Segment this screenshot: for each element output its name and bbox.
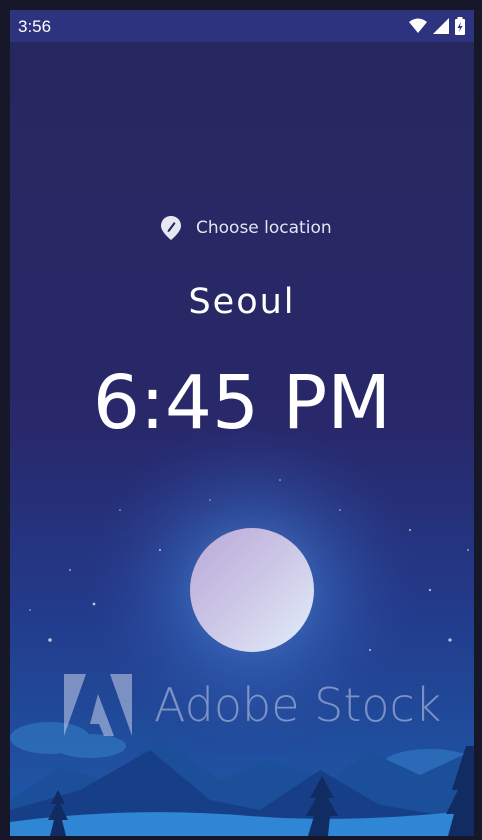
status-bar: 3:56 bbox=[10, 10, 474, 42]
location-pin-icon bbox=[161, 216, 181, 240]
watermark-text: Adobe Stock bbox=[154, 678, 442, 732]
adobe-logo bbox=[64, 674, 132, 736]
local-time: 6:45 PM bbox=[92, 360, 392, 446]
status-icons bbox=[408, 17, 466, 35]
choose-location-label: Choose location bbox=[196, 218, 332, 238]
wifi-icon bbox=[409, 18, 427, 33]
status-time: 3:56 bbox=[18, 17, 52, 36]
city-name: Seoul bbox=[188, 282, 296, 322]
app-screen: 3:56 Choose location Seoul 6:45 PM Adobe… bbox=[10, 10, 474, 836]
choose-location-button[interactable]: Choose location bbox=[160, 215, 332, 241]
moon bbox=[190, 528, 314, 652]
signal-icon bbox=[433, 18, 449, 34]
adobe-stock-watermark: Adobe Stock bbox=[60, 672, 441, 738]
battery-icon bbox=[455, 17, 465, 35]
